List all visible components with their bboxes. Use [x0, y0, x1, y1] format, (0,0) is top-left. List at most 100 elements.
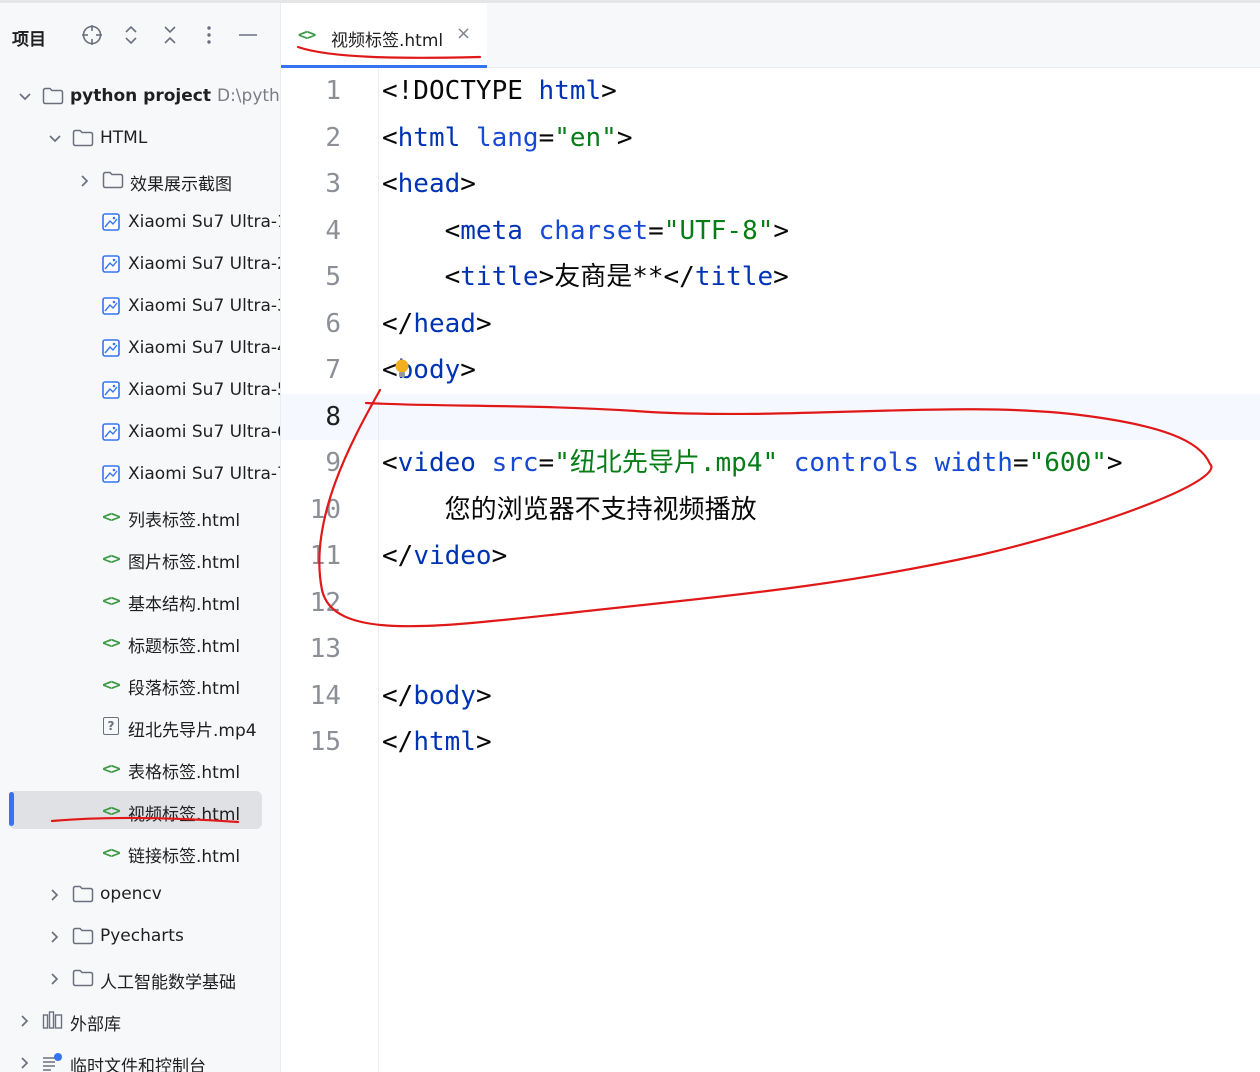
html-file-icon: <> [102, 800, 120, 820]
tree-item-text: 列表标签.html [128, 511, 241, 531]
tree-item[interactable]: Xiaomi Su7 Ultra-5. [0, 369, 280, 411]
image-file-icon [100, 211, 122, 233]
hide-panel-icon[interactable] [236, 23, 260, 47]
tree-item[interactable]: HTML [0, 117, 280, 159]
code-line[interactable]: </head> [382, 301, 492, 347]
code-token: > [601, 76, 617, 106]
line-number: 15 [309, 727, 341, 757]
image-file-icon [100, 253, 122, 275]
tree-item[interactable]: <> 链接标签.html [0, 831, 280, 873]
code-line[interactable]: </body> [382, 673, 492, 719]
tree-item-text: Xiaomi Su7 Ultra-1. [128, 212, 280, 232]
tree-item[interactable]: 效果展示截图 [0, 159, 280, 201]
code-token: src [491, 448, 539, 478]
editor-tab-active[interactable]: <> 视频标签.html × [281, 3, 487, 68]
chevron-right-icon[interactable] [18, 1013, 32, 1027]
code-token: > [460, 355, 476, 385]
folder-icon [72, 925, 94, 947]
code-token: > [491, 541, 508, 571]
image-file-icon [100, 421, 122, 443]
html-file-icon: <> [102, 590, 120, 610]
tree-item[interactable]: 临时文件和控制台 [0, 1041, 280, 1072]
project-path: D:\python [216, 86, 280, 106]
tree-item[interactable]: <> 视频标签.html [0, 789, 280, 831]
tree-item-label: Xiaomi Su7 Ultra-2. [128, 254, 280, 274]
tree-item[interactable]: 外部库 [0, 999, 280, 1041]
tree-item[interactable]: Pyecharts [0, 915, 280, 957]
chevron-right-icon[interactable] [18, 1055, 32, 1069]
tree-item[interactable]: Xiaomi Su7 Ultra-4. [0, 327, 280, 369]
folder-icon [72, 127, 94, 149]
project-panel-title: 项目 [12, 30, 46, 50]
tree-item[interactable]: Xiaomi Su7 Ultra-3. [0, 285, 280, 327]
code-token: < [382, 448, 398, 478]
code-line[interactable]: <meta charset="UTF-8"> [382, 208, 789, 254]
chevron-right-icon[interactable] [48, 887, 62, 901]
tree-item-text: 图片标签.html [128, 553, 241, 573]
close-tab-icon[interactable]: × [456, 23, 471, 44]
code-token: </ [382, 680, 414, 711]
tree-item-label: 外部库 [70, 1010, 121, 1035]
tree-item[interactable]: <> 图片标签.html [0, 537, 280, 579]
tree-item-label: 效果展示截图 [130, 170, 232, 195]
code-line[interactable]: <head> [382, 161, 476, 207]
tree-item[interactable]: <> 表格标签.html [0, 747, 280, 789]
tree-item-label: 列表标签.html [128, 506, 240, 531]
code-line[interactable]: <title>友商是**</title> [382, 254, 789, 300]
tree-item[interactable]: Xiaomi Su7 Ultra-7. [0, 453, 280, 495]
tree-item-text: 效果展示截图 [130, 175, 232, 195]
intention-bulb-icon[interactable] [394, 358, 410, 380]
tree-item[interactable]: 人工智能数学基础 [0, 957, 280, 999]
tree-item[interactable]: <> 标题标签.html [0, 621, 280, 663]
html-file-icon: <> [102, 632, 120, 652]
tree-item[interactable]: <> 列表标签.html [0, 495, 280, 537]
code-editor[interactable]: 1 <!DOCTYPE html> 2 <html lang="en"> 3 <head>… [281, 68, 1260, 1072]
code-token: head [413, 308, 476, 339]
tree-item[interactable]: opencv [0, 873, 280, 915]
code-line[interactable]: <html lang="en"> [382, 115, 633, 161]
code-line[interactable]: </html> [382, 719, 492, 765]
crosshair-icon[interactable] [80, 23, 104, 47]
folder-icon [102, 169, 124, 191]
image-file-icon [100, 379, 122, 401]
selection-bar [9, 792, 14, 826]
gutter-separator [378, 68, 379, 1072]
line-number: 12 [309, 587, 341, 618]
code-token: video [413, 541, 492, 571]
code-token: < [382, 262, 461, 292]
code-line[interactable]: <!DOCTYPE html> [382, 68, 617, 114]
tree-item[interactable]: <> 段落标签.html [0, 663, 280, 705]
tree-item-text: 段落标签.html [128, 679, 241, 699]
code-token: "en" [554, 122, 617, 153]
tree-item-label: 人工智能数学基础 [100, 968, 236, 993]
line-number: 8 [325, 401, 341, 432]
tree-item[interactable]: python projectD:\python [0, 75, 280, 117]
tree-item[interactable]: ? 纽北先导片.mp4 [0, 705, 280, 747]
code-line[interactable]: 您的浏览器不支持视频播放 [382, 487, 757, 533]
unknown-file-icon: ? [100, 715, 122, 737]
tree-item-text: HTML [100, 128, 148, 148]
line-number: 9 [325, 448, 341, 478]
chevron-right-icon[interactable] [48, 929, 62, 943]
chevron-right-icon[interactable] [78, 173, 92, 187]
image-file-icon [100, 295, 122, 317]
collapse-all-icon[interactable] [158, 23, 182, 47]
chevron-down-icon[interactable] [18, 89, 32, 103]
code-line[interactable]: </video> [382, 533, 507, 579]
tree-item[interactable]: Xiaomi Su7 Ultra-1. [0, 201, 280, 243]
line-number: 10 [309, 494, 341, 525]
tree-item-label: Xiaomi Su7 Ultra-7. [128, 464, 280, 484]
expand-all-icon[interactable] [119, 23, 143, 47]
more-options-icon[interactable] [197, 23, 221, 47]
chevron-down-icon[interactable] [48, 131, 62, 145]
tree-item[interactable]: Xiaomi Su7 Ultra-2. [0, 243, 280, 285]
tree-item[interactable]: <> 基本结构.html [0, 579, 280, 621]
tree-item[interactable]: Xiaomi Su7 Ultra-6. [0, 411, 280, 453]
tree-item-text: Xiaomi Su7 Ultra-6. [128, 422, 280, 442]
html-file-icon: <> [102, 506, 120, 526]
code-token: > [460, 169, 476, 199]
code-line[interactable]: <video src="纽北先导片.mp4" controls width="6… [382, 440, 1123, 486]
tree-item-text: Xiaomi Su7 Ultra-4. [128, 338, 280, 358]
chevron-right-icon[interactable] [48, 971, 62, 985]
